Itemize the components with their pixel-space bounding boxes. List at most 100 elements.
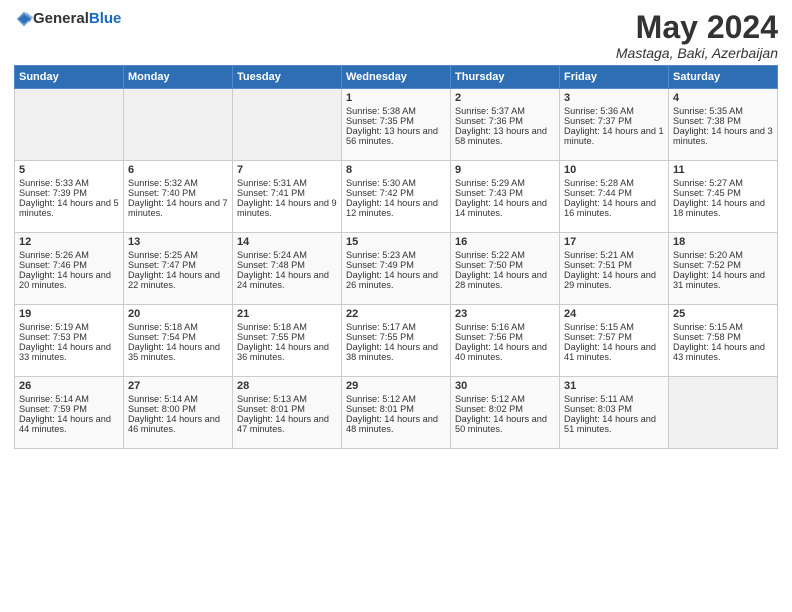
sunrise-text: Sunrise: 5:14 AM: [128, 394, 198, 404]
day-cell: 15 Sunrise: 5:23 AM Sunset: 7:49 PM Dayl…: [342, 233, 451, 305]
daylight-text: Daylight: 14 hours and 14 minutes.: [455, 198, 547, 218]
day-cell: 9 Sunrise: 5:29 AM Sunset: 7:43 PM Dayli…: [451, 161, 560, 233]
sunrise-text: Sunrise: 5:13 AM: [237, 394, 307, 404]
daylight-text: Daylight: 14 hours and 24 minutes.: [237, 270, 329, 290]
day-cell: 24 Sunrise: 5:15 AM Sunset: 7:57 PM Dayl…: [560, 305, 669, 377]
day-cell: 16 Sunrise: 5:22 AM Sunset: 7:50 PM Dayl…: [451, 233, 560, 305]
day-cell: 5 Sunrise: 5:33 AM Sunset: 7:39 PM Dayli…: [15, 161, 124, 233]
day-number: 4: [673, 92, 773, 104]
sunrise-text: Sunrise: 5:24 AM: [237, 250, 307, 260]
sunrise-text: Sunrise: 5:28 AM: [564, 178, 634, 188]
logo-general: GeneralBlue: [33, 10, 121, 28]
daylight-text: Daylight: 14 hours and 5 minutes.: [19, 198, 119, 218]
sunset-text: Sunset: 7:44 PM: [564, 188, 632, 198]
day-cell: 23 Sunrise: 5:16 AM Sunset: 7:56 PM Dayl…: [451, 305, 560, 377]
day-number: 9: [455, 164, 555, 176]
day-cell: 22 Sunrise: 5:17 AM Sunset: 7:55 PM Dayl…: [342, 305, 451, 377]
sunrise-text: Sunrise: 5:18 AM: [128, 322, 198, 332]
sunrise-text: Sunrise: 5:18 AM: [237, 322, 307, 332]
sunset-text: Sunset: 7:51 PM: [564, 260, 632, 270]
day-number: 16: [455, 236, 555, 248]
daylight-text: Daylight: 14 hours and 50 minutes.: [455, 414, 547, 434]
day-number: 15: [346, 236, 446, 248]
sunrise-text: Sunrise: 5:17 AM: [346, 322, 416, 332]
daylight-text: Daylight: 14 hours and 38 minutes.: [346, 342, 438, 362]
day-cell: 14 Sunrise: 5:24 AM Sunset: 7:48 PM Dayl…: [233, 233, 342, 305]
col-thursday: Thursday: [451, 66, 560, 89]
logo: GeneralBlue: [14, 10, 121, 28]
day-number: 19: [19, 308, 119, 320]
day-cell: 1 Sunrise: 5:38 AM Sunset: 7:35 PM Dayli…: [342, 89, 451, 161]
day-number: 5: [19, 164, 119, 176]
sunrise-text: Sunrise: 5:23 AM: [346, 250, 416, 260]
sunset-text: Sunset: 7:43 PM: [455, 188, 523, 198]
day-number: 22: [346, 308, 446, 320]
calendar-body: 1 Sunrise: 5:38 AM Sunset: 7:35 PM Dayli…: [15, 89, 778, 449]
daylight-text: Daylight: 14 hours and 28 minutes.: [455, 270, 547, 290]
day-number: 12: [19, 236, 119, 248]
month-title: May 2024: [616, 10, 778, 45]
daylight-text: Daylight: 14 hours and 29 minutes.: [564, 270, 656, 290]
sunrise-text: Sunrise: 5:32 AM: [128, 178, 198, 188]
daylight-text: Daylight: 13 hours and 56 minutes.: [346, 126, 438, 146]
sunset-text: Sunset: 7:38 PM: [673, 116, 741, 126]
daylight-text: Daylight: 14 hours and 20 minutes.: [19, 270, 111, 290]
day-number: 23: [455, 308, 555, 320]
day-number: 2: [455, 92, 555, 104]
day-cell: 4 Sunrise: 5:35 AM Sunset: 7:38 PM Dayli…: [669, 89, 778, 161]
day-cell: 19 Sunrise: 5:19 AM Sunset: 7:53 PM Dayl…: [15, 305, 124, 377]
daylight-text: Daylight: 14 hours and 48 minutes.: [346, 414, 438, 434]
daylight-text: Daylight: 14 hours and 3 minutes.: [673, 126, 773, 146]
sunset-text: Sunset: 7:58 PM: [673, 332, 741, 342]
daylight-text: Daylight: 14 hours and 26 minutes.: [346, 270, 438, 290]
col-monday: Monday: [124, 66, 233, 89]
day-number: 29: [346, 380, 446, 392]
day-cell: 2 Sunrise: 5:37 AM Sunset: 7:36 PM Dayli…: [451, 89, 560, 161]
daylight-text: Daylight: 14 hours and 16 minutes.: [564, 198, 656, 218]
sunrise-text: Sunrise: 5:27 AM: [673, 178, 743, 188]
location-title: Mastaga, Baki, Azerbaijan: [616, 45, 778, 61]
col-saturday: Saturday: [669, 66, 778, 89]
daylight-text: Daylight: 14 hours and 51 minutes.: [564, 414, 656, 434]
day-number: 26: [19, 380, 119, 392]
col-tuesday: Tuesday: [233, 66, 342, 89]
day-number: 14: [237, 236, 337, 248]
day-cell: [15, 89, 124, 161]
calendar-table: Sunday Monday Tuesday Wednesday Thursday…: [14, 65, 778, 449]
day-number: 10: [564, 164, 664, 176]
day-cell: 12 Sunrise: 5:26 AM Sunset: 7:46 PM Dayl…: [15, 233, 124, 305]
sunset-text: Sunset: 7:39 PM: [19, 188, 87, 198]
sunrise-text: Sunrise: 5:33 AM: [19, 178, 89, 188]
sunset-text: Sunset: 7:46 PM: [19, 260, 87, 270]
sunrise-text: Sunrise: 5:38 AM: [346, 106, 416, 116]
sunrise-text: Sunrise: 5:36 AM: [564, 106, 634, 116]
week-row-3: 19 Sunrise: 5:19 AM Sunset: 7:53 PM Dayl…: [15, 305, 778, 377]
daylight-text: Daylight: 14 hours and 22 minutes.: [128, 270, 220, 290]
daylight-text: Daylight: 14 hours and 7 minutes.: [128, 198, 228, 218]
sunset-text: Sunset: 8:01 PM: [237, 404, 305, 414]
day-number: 30: [455, 380, 555, 392]
daylight-text: Daylight: 14 hours and 12 minutes.: [346, 198, 438, 218]
sunrise-text: Sunrise: 5:21 AM: [564, 250, 634, 260]
daylight-text: Daylight: 14 hours and 35 minutes.: [128, 342, 220, 362]
daylight-text: Daylight: 14 hours and 43 minutes.: [673, 342, 765, 362]
daylight-text: Daylight: 14 hours and 40 minutes.: [455, 342, 547, 362]
sunrise-text: Sunrise: 5:16 AM: [455, 322, 525, 332]
day-number: 6: [128, 164, 228, 176]
sunrise-text: Sunrise: 5:25 AM: [128, 250, 198, 260]
day-cell: 7 Sunrise: 5:31 AM Sunset: 7:41 PM Dayli…: [233, 161, 342, 233]
day-number: 8: [346, 164, 446, 176]
sunset-text: Sunset: 7:36 PM: [455, 116, 523, 126]
day-number: 3: [564, 92, 664, 104]
day-number: 21: [237, 308, 337, 320]
day-number: 20: [128, 308, 228, 320]
sunset-text: Sunset: 7:55 PM: [237, 332, 305, 342]
daylight-text: Daylight: 14 hours and 36 minutes.: [237, 342, 329, 362]
day-number: 31: [564, 380, 664, 392]
day-number: 24: [564, 308, 664, 320]
title-section: May 2024 Mastaga, Baki, Azerbaijan: [616, 10, 778, 61]
day-cell: 13 Sunrise: 5:25 AM Sunset: 7:47 PM Dayl…: [124, 233, 233, 305]
sunset-text: Sunset: 7:48 PM: [237, 260, 305, 270]
day-cell: 18 Sunrise: 5:20 AM Sunset: 7:52 PM Dayl…: [669, 233, 778, 305]
day-number: 28: [237, 380, 337, 392]
